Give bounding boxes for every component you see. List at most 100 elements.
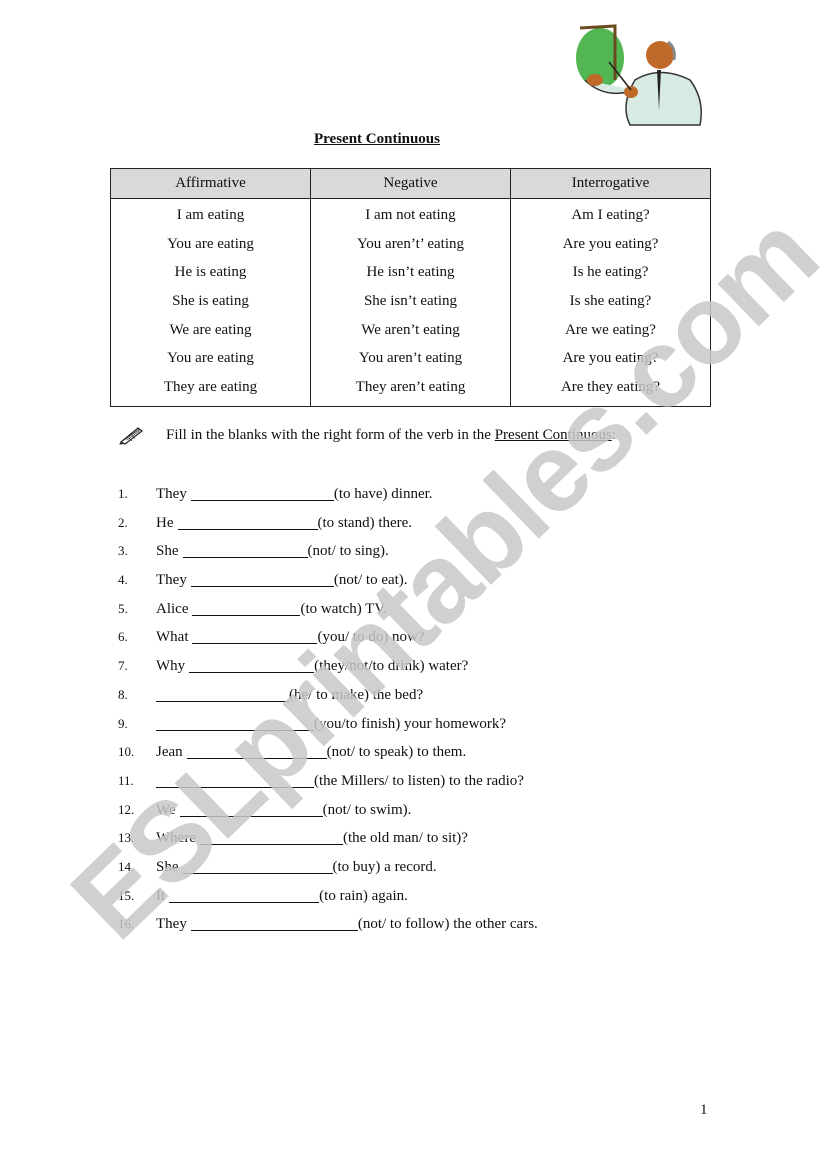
exercise-subject: She xyxy=(156,858,179,875)
exercise-number: 2. xyxy=(118,514,128,530)
exercise-hint: (to rain) again. xyxy=(319,887,408,904)
exercise-subject: Why xyxy=(156,658,186,675)
pencil-icon xyxy=(119,427,143,445)
exercise-item: 3. She (not/ to sing). xyxy=(118,539,538,568)
instruction-text: Fill in the blanks with the right form o… xyxy=(166,427,616,444)
exercise-hint: (you/ to do) now? xyxy=(317,629,425,646)
instruction-main: Fill in the blanks with the right form o… xyxy=(166,426,495,443)
table-header-interrogative: Interrogative xyxy=(510,168,711,199)
exercise-hint: (to have) dinner. xyxy=(333,486,433,502)
exercise-subject: Where xyxy=(156,830,196,847)
answer-blank[interactable] xyxy=(156,769,314,788)
answer-blank[interactable] xyxy=(179,798,323,817)
negative-cell: He isn’t eating xyxy=(310,258,511,288)
exercise-number: 9. xyxy=(118,715,128,731)
table-header-affirmative: Affirmative xyxy=(110,168,311,199)
negative-cell: She isn’t eating xyxy=(310,287,511,316)
exercise-item: 4. They (not/ to eat). xyxy=(118,568,538,597)
affirmative-cell: I am eating xyxy=(110,198,311,230)
exercise-hint: (he/ to make) the bed? xyxy=(289,686,424,703)
exercise-item: 12. We (not/ to swim). xyxy=(118,798,538,827)
interrogative-cell: Is he eating? xyxy=(510,258,711,288)
exercise-subject: She xyxy=(156,543,179,560)
answer-blank[interactable] xyxy=(192,625,318,645)
answer-blank[interactable] xyxy=(182,855,333,874)
exercise-hint: (to stand) there. xyxy=(317,514,413,531)
interrogative-cell: Am I eating? xyxy=(510,198,711,230)
negative-cell: You aren’t eating xyxy=(310,344,511,374)
exercise-subject: We xyxy=(156,801,176,818)
table-row: He is eating He isn’t eating Is he eating? xyxy=(110,258,711,288)
exercise-number: 11. xyxy=(118,772,134,788)
exercise-hint: (the Millers/ to listen) to the radio? xyxy=(314,772,524,789)
interrogative-cell: Are you eating? xyxy=(510,229,711,259)
table-row: She is eating She isn’t eating Is she eati… xyxy=(110,287,711,316)
exercise-item: 14. She (to buy) a record. xyxy=(118,855,538,884)
exercise-subject: What xyxy=(156,629,189,646)
exercise-item: 2. He (to stand) there. xyxy=(118,511,538,540)
exercise-item: 8. (he/ to make) the bed? xyxy=(118,683,538,712)
instruction-underlined: Present Continuous xyxy=(494,426,612,443)
instruction-trailing: : xyxy=(611,426,616,443)
answer-blank[interactable] xyxy=(190,912,358,932)
teacher-clipart-icon xyxy=(576,24,702,126)
exercise-subject: They xyxy=(156,916,187,933)
answer-blank[interactable] xyxy=(190,568,334,588)
answer-blank[interactable] xyxy=(186,740,327,760)
exercise-hint: (not/ to follow) the other cars. xyxy=(357,916,538,933)
answer-blank[interactable] xyxy=(156,712,314,731)
exercise-number: 7. xyxy=(118,658,128,674)
negative-cell: I am not eating xyxy=(310,198,511,230)
exercise-hint: (not/ to sing). xyxy=(307,543,389,560)
exercise-item: 13. Where (the old man/ to sit)? xyxy=(118,826,538,855)
answer-blank[interactable] xyxy=(177,511,318,530)
exercise-number: 13. xyxy=(118,830,135,846)
exercise-number: 4. xyxy=(118,572,128,588)
exercise-hint: (to watch) TV. xyxy=(300,600,387,617)
interrogative-cell: Is she eating? xyxy=(510,287,711,316)
affirmative-cell: You are eating xyxy=(110,344,311,374)
table-body: I am eating I am not eating Am I eating? Yo… xyxy=(110,198,711,407)
table-row: They are eating They aren’t eating Are the… xyxy=(110,373,711,407)
exercise-item: 6. What (you/ to do) now? xyxy=(118,625,538,654)
affirmative-cell: We are eating xyxy=(110,315,311,345)
exercise-item: 7. Why (they/not/to drink) water? xyxy=(118,654,538,683)
answer-blank[interactable] xyxy=(189,654,315,674)
exercise-number: 8. xyxy=(118,686,128,702)
exercise-number: 5. xyxy=(118,600,128,616)
table-header-negative: Negative xyxy=(310,168,511,199)
exercise-item: 10. Jean (not/ to speak) to them. xyxy=(118,740,538,769)
instruction: Fill in the blanks with the right form o… xyxy=(118,425,616,445)
exercise-hint: (the old man/ to sit)? xyxy=(342,830,468,847)
answer-blank[interactable] xyxy=(190,482,334,501)
negative-cell: They aren’t eating xyxy=(310,373,511,407)
answer-blank[interactable] xyxy=(182,539,308,559)
exercise-subject: They xyxy=(156,486,187,502)
answer-blank[interactable] xyxy=(192,597,301,616)
affirmative-cell: He is eating xyxy=(110,258,311,288)
exercise-subject: Alice xyxy=(156,600,189,617)
interrogative-cell: Are we eating? xyxy=(510,315,711,345)
exercise-number: 15. xyxy=(118,887,135,903)
exercise-subject: They xyxy=(156,572,187,589)
exercise-item: 15. It (to rain) again. xyxy=(118,884,538,913)
answer-blank[interactable] xyxy=(199,826,343,846)
exercise-number: 12. xyxy=(118,801,135,817)
exercise-number: 14. xyxy=(118,858,135,874)
exercise-number: 1. xyxy=(118,486,128,501)
negative-cell: You aren’t’ eating xyxy=(310,229,511,259)
exercise-hint: (to buy) a record. xyxy=(332,858,437,875)
table-row: You are eating You aren’t’ eating Are you … xyxy=(110,229,711,259)
exercise-item: 16. They (not/ to follow) the other cars. xyxy=(118,912,538,941)
exercise-hint: (not/ to eat). xyxy=(333,572,408,589)
table-row: We are eating We aren’t eating Are we eati… xyxy=(110,315,711,345)
negative-cell: We aren’t eating xyxy=(310,315,511,345)
answer-blank[interactable] xyxy=(169,884,320,903)
answer-blank[interactable] xyxy=(156,683,289,702)
exercise-number: 16. xyxy=(118,916,135,932)
worksheet-title: Present Continuous xyxy=(314,131,440,147)
exercise-number: 3. xyxy=(118,543,128,559)
affirmative-cell: They are eating xyxy=(110,373,311,407)
exercise-hint: (you/to finish) your homework? xyxy=(314,715,507,732)
affirmative-cell: She is eating xyxy=(110,287,311,316)
